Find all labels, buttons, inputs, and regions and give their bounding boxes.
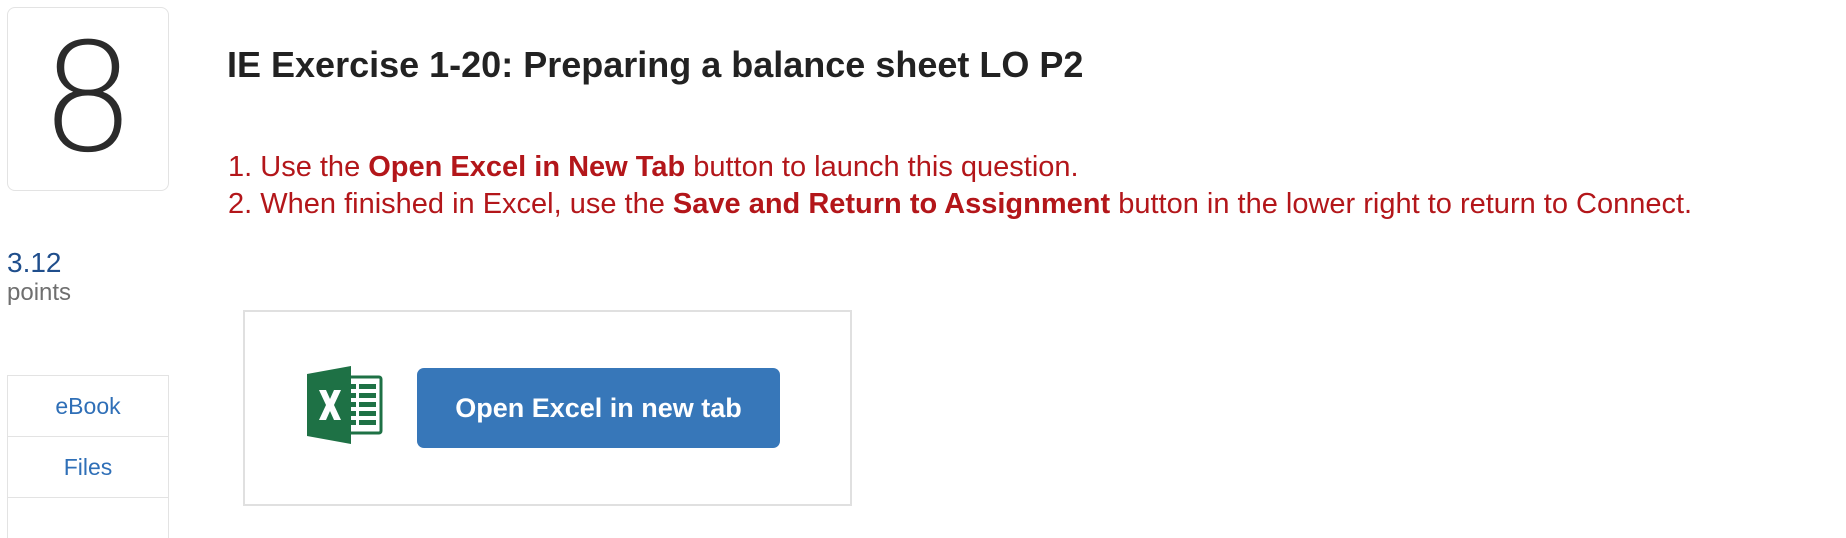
- question-title: IE Exercise 1-20: Preparing a balance sh…: [227, 44, 1084, 85]
- instructions-list: 1. Use the Open Excel in New Tab button …: [228, 149, 1692, 223]
- files-link[interactable]: Files: [8, 437, 168, 498]
- instruction-bold: Open Excel in New Tab: [368, 151, 686, 183]
- ebook-link[interactable]: eBook: [8, 376, 168, 437]
- instruction-item: 2. When finished in Excel, use the Save …: [228, 186, 1692, 223]
- instruction-bold: Save and Return to Assignment: [672, 188, 1111, 220]
- points-block: 3.12 points: [7, 247, 71, 307]
- excel-icon: [307, 366, 385, 444]
- excel-launch-panel: Open Excel in new tab: [243, 310, 852, 506]
- instruction-text: button in the lower right to return to C…: [1110, 188, 1693, 220]
- instruction-text: button to launch this question.: [685, 151, 1079, 183]
- question-number: 8: [7, 7, 169, 191]
- instruction-text: Use the: [260, 151, 369, 183]
- instruction-text: When finished in Excel, use the: [260, 188, 673, 220]
- points-value: 3.12: [7, 247, 62, 278]
- instruction-number: 1.: [228, 151, 261, 183]
- side-nav: eBook Files: [7, 375, 169, 538]
- instruction-number: 2.: [228, 188, 261, 220]
- points-label: points: [7, 279, 72, 307]
- instruction-item: 1. Use the Open Excel in New Tab button …: [228, 149, 1692, 186]
- sidebar-item-partial[interactable]: [8, 498, 168, 538]
- open-excel-button[interactable]: Open Excel in new tab: [417, 368, 780, 448]
